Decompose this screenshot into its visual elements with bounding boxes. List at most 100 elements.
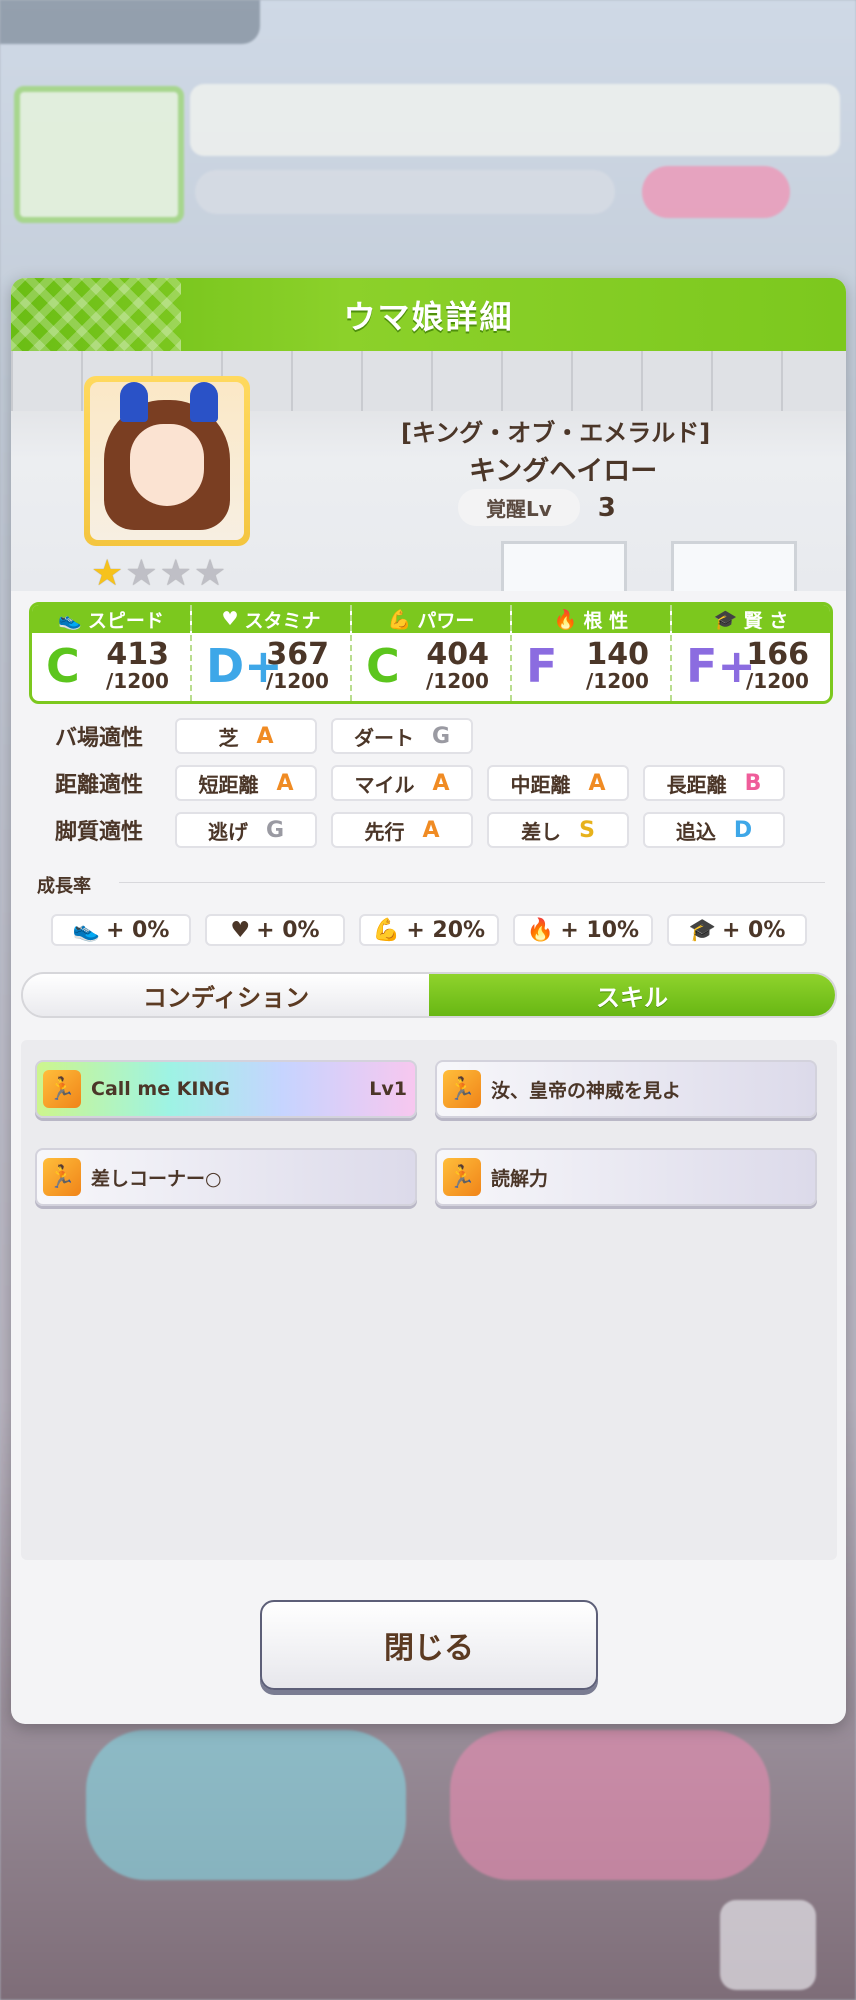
stat-value: 140 xyxy=(586,637,649,672)
apt-item: 差し S xyxy=(487,812,629,848)
growth-value: + 0% xyxy=(105,917,170,943)
stat-grade: C xyxy=(366,639,400,693)
apt-item: マイル A xyxy=(331,765,473,801)
bg-top-bar xyxy=(0,0,260,44)
skill-item[interactable]: 🏃 読解力 xyxy=(435,1148,817,1206)
growth-value: + 10% xyxy=(560,917,640,943)
stat-speed: 👟 スピード C 413/1200 xyxy=(32,605,192,701)
bg-race-badge xyxy=(14,86,184,223)
awakening-level: 覚醒Lv 3 xyxy=(458,489,616,526)
apt-rank: D xyxy=(733,817,753,843)
dialog-header: ウマ娘詳細 xyxy=(11,278,846,351)
bg-race-banner xyxy=(190,84,840,156)
skill-name: 汝、皇帝の神威を見よ xyxy=(491,1079,682,1102)
header-pattern xyxy=(11,278,181,351)
apt-item: ダート G xyxy=(331,718,473,754)
skill-name: Call me KING xyxy=(91,1078,230,1100)
stat-stamina: ♥ スタミナ D+ 367/1200 xyxy=(192,605,352,701)
bg-skill-button xyxy=(86,1730,406,1880)
apt-item: 芝A xyxy=(175,718,317,754)
stat-label: スタミナ xyxy=(244,609,321,632)
detail-tabs: コンディション スキル xyxy=(21,972,837,1018)
dialog-title: ウマ娘詳細 xyxy=(343,297,514,336)
skill-runner-icon: 🏃 xyxy=(43,1070,81,1108)
stat-label: 根 性 xyxy=(583,609,629,632)
stat-grade: F xyxy=(526,639,558,693)
muscle-icon: 💪 xyxy=(372,917,401,943)
growth-rates: 👟 + 0% ♥ + 0% 💪 + 20% 🔥 + 10% 🎓 + 0% xyxy=(51,914,807,946)
skill-name: 差しコーナー○ xyxy=(91,1167,222,1190)
stat-wisdom: 🎓 賢 さ F+ 166/1200 xyxy=(672,605,830,701)
stat-grade: D+ xyxy=(206,639,283,693)
apt-label: バ場適性 xyxy=(55,726,144,751)
apt-rank: G xyxy=(431,723,451,749)
skill-list: 🏃 Call me KING Lv1 🏃 汝、皇帝の神威を見よ 🏃 差しコーナー… xyxy=(21,1040,837,1560)
skill-item[interactable]: 🏃 汝、皇帝の神威を見よ xyxy=(435,1060,817,1118)
skill-level: Lv1 xyxy=(369,1078,407,1100)
flame-icon: 🔥 xyxy=(526,917,555,943)
tab-skill[interactable]: スキル xyxy=(429,974,835,1016)
character-title: [キング・オブ・エメラルド] xyxy=(401,419,711,447)
stat-grade: F+ xyxy=(686,639,756,693)
stat-value: 404 xyxy=(426,637,489,672)
shoe-icon: 👟 xyxy=(72,917,100,943)
apt-name: 中距離 xyxy=(510,772,571,797)
apt-rank: B xyxy=(744,770,762,796)
skill-item[interactable]: 🏃 差しコーナー○ xyxy=(35,1148,417,1206)
apt-rank: A xyxy=(422,817,440,843)
uma-detail-dialog: ウマ娘詳細 ★ ★ ★ ★ [キング・オブ・エメラルド] キングヘイロー 覚醒Lv 3… xyxy=(11,278,846,1724)
growth-wisdom: 🎓 + 0% xyxy=(667,914,807,946)
apt-name: 短距離 xyxy=(198,772,259,797)
apt-item: 短距離 A xyxy=(175,765,317,801)
shoe-icon: 👟 xyxy=(58,608,82,631)
awakening-label: 覚醒Lv xyxy=(458,489,580,526)
tab-condition[interactable]: コンディション xyxy=(23,974,429,1016)
apt-item: 長距離 B xyxy=(643,765,785,801)
growth-stamina: ♥ + 0% xyxy=(205,914,345,946)
stat-label: パワー xyxy=(417,609,475,632)
stat-max: /1200 xyxy=(746,669,809,693)
skill-name: 読解力 xyxy=(491,1167,549,1190)
bg-energy-bar xyxy=(195,170,615,214)
stat-grade: C xyxy=(46,639,80,693)
character-portrait[interactable] xyxy=(84,376,250,546)
skill-item[interactable]: 🏃 Call me KING Lv1 xyxy=(35,1060,417,1118)
bg-window xyxy=(671,541,797,591)
apt-name: ダート xyxy=(353,725,414,750)
close-button[interactable]: 閉じる xyxy=(260,1600,598,1690)
apt-item: 中距離 A xyxy=(487,765,629,801)
bg-pink-button xyxy=(642,166,790,218)
apt-rank: S xyxy=(579,817,595,843)
muscle-icon: 💪 xyxy=(387,608,412,631)
growth-value: + 0% xyxy=(721,917,786,943)
apt-name: 追込 xyxy=(675,819,716,844)
skill-runner-icon: 🏃 xyxy=(43,1158,81,1196)
stats-panel: 👟 スピード C 413/1200 ♥ スタミナ D+ 367/1200 💪 パワー C4… xyxy=(29,602,833,704)
stat-max: /1200 xyxy=(106,669,169,693)
apt-item: 先行 A xyxy=(331,812,473,848)
style-aptitude-row: 脚質適性 逃げ G 先行 A 差し S 追込 D xyxy=(35,812,799,848)
growth-value: + 20% xyxy=(406,917,486,943)
growth-guts: 🔥 + 10% xyxy=(513,914,653,946)
character-name: キングヘイロー xyxy=(469,456,658,487)
divider xyxy=(119,882,825,883)
skill-runner-icon: 🏃 xyxy=(443,1070,481,1108)
growth-title: 成長率 xyxy=(37,876,91,897)
stat-guts: 🔥 根 性 F 140/1200 xyxy=(512,605,672,701)
apt-name: 差し xyxy=(521,819,562,844)
portrait-face xyxy=(130,424,204,506)
portrait-ear xyxy=(190,382,218,422)
growth-value: + 0% xyxy=(256,917,320,943)
heart-icon: ♥ xyxy=(221,608,239,630)
stat-power: 💪 パワー C 404/1200 xyxy=(352,605,512,701)
apt-name: 逃げ xyxy=(207,819,248,844)
star-empty-icon: ★ xyxy=(193,553,227,592)
track-aptitude-row: バ場適性 芝A ダート G xyxy=(35,718,487,754)
skill-runner-icon: 🏃 xyxy=(443,1158,481,1196)
stat-max: /1200 xyxy=(426,669,489,693)
growth-speed: 👟 + 0% xyxy=(51,914,191,946)
stat-label: 賢 さ xyxy=(743,609,789,632)
portrait-image xyxy=(90,382,244,540)
stat-max: /1200 xyxy=(586,669,649,693)
bg-race-button xyxy=(450,1730,770,1880)
